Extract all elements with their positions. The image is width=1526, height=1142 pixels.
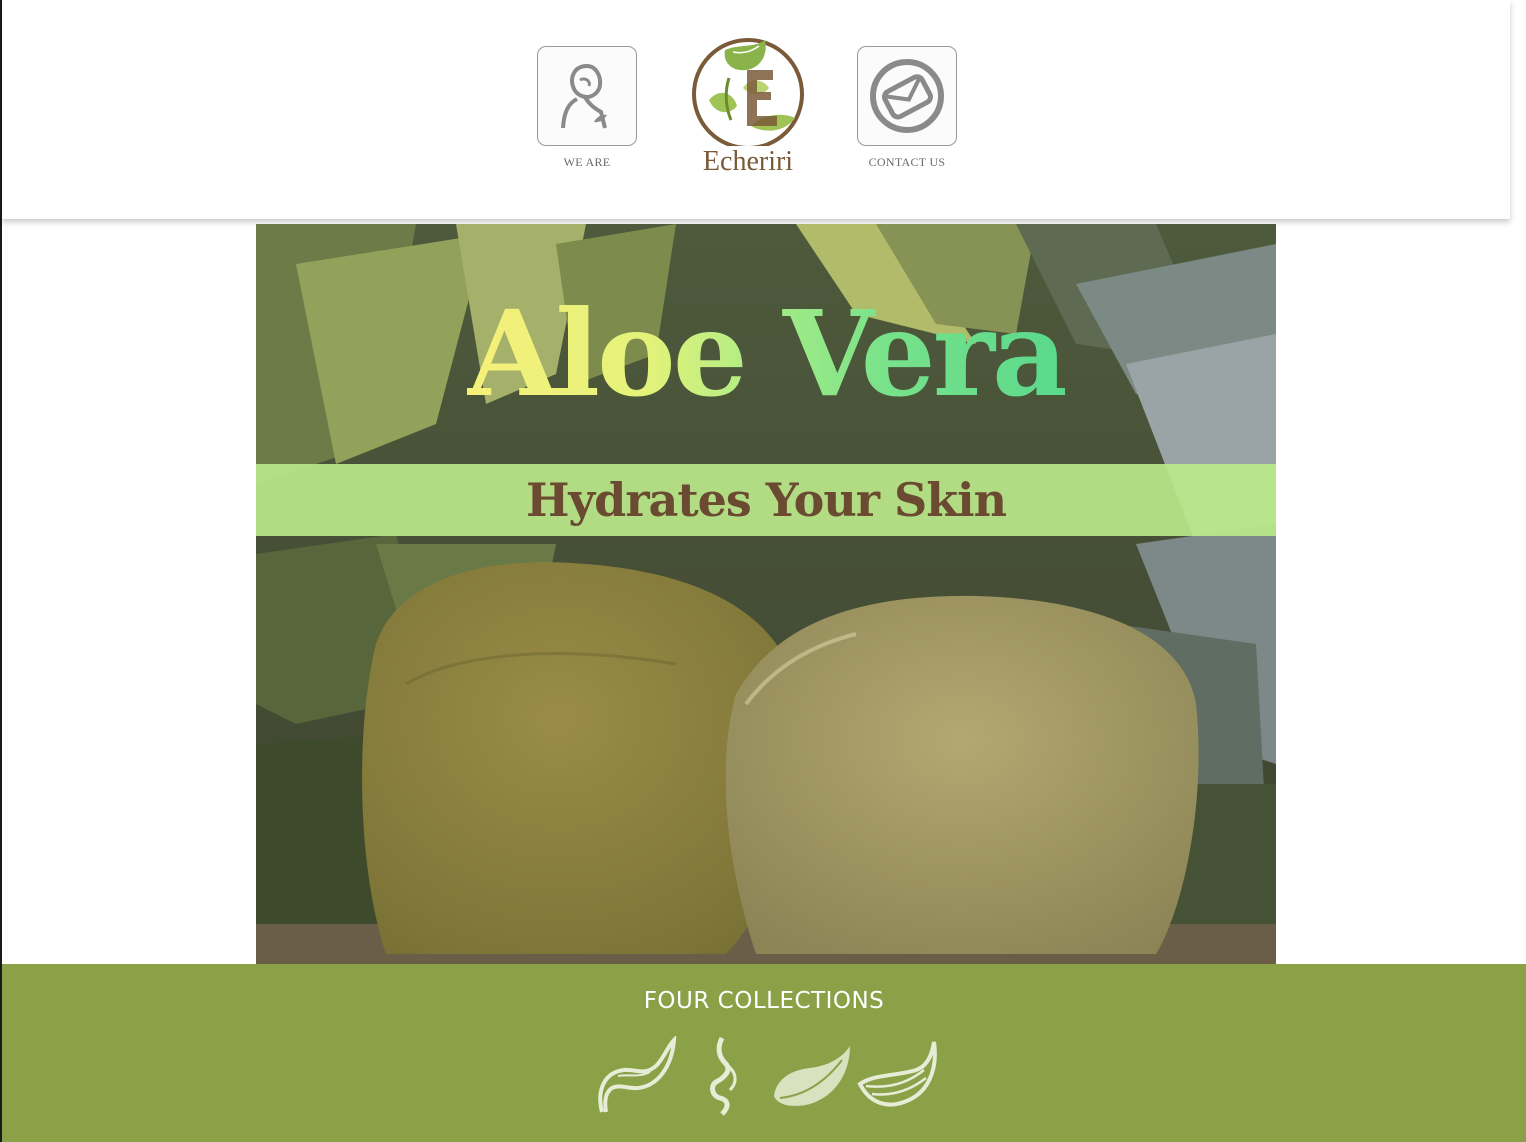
nav-contact-us[interactable]: CONTACT US bbox=[857, 46, 957, 170]
brand-logo[interactable]: Echeriri bbox=[685, 30, 811, 182]
brand-name: Echeriri bbox=[702, 146, 794, 177]
leaf-feather-icon[interactable] bbox=[854, 1036, 938, 1118]
envelope-icon bbox=[857, 46, 957, 146]
nav-we-are[interactable]: WE ARE bbox=[537, 46, 637, 170]
hero-subtitle: Hydrates Your Skin bbox=[525, 473, 1007, 527]
site-header: WE ARE Echeriri CONTACT US bbox=[2, 0, 1510, 219]
hero-title: Aloe Vera bbox=[466, 284, 1069, 423]
nav-we-are-label: WE ARE bbox=[563, 155, 611, 169]
leaf-spiral-icon[interactable] bbox=[686, 1036, 770, 1118]
hero-banner[interactable]: Aloe Vera Hydrates Your Skin bbox=[256, 224, 1276, 964]
leaf-e-logo-icon bbox=[692, 38, 804, 150]
leaf-drop-icon[interactable] bbox=[770, 1036, 854, 1118]
collections-title: FOUR COLLECTIONS bbox=[643, 988, 885, 1014]
leaf-wave-icon[interactable] bbox=[594, 1036, 678, 1118]
collections-section: FOUR COLLECTIONS bbox=[2, 964, 1526, 1142]
hero-title-wrap: Aloe Vera bbox=[256, 284, 1276, 424]
nav-contact-us-label: CONTACT US bbox=[868, 155, 946, 169]
person-icon bbox=[537, 46, 637, 146]
hero-subtitle-band: Hydrates Your Skin bbox=[256, 464, 1276, 536]
